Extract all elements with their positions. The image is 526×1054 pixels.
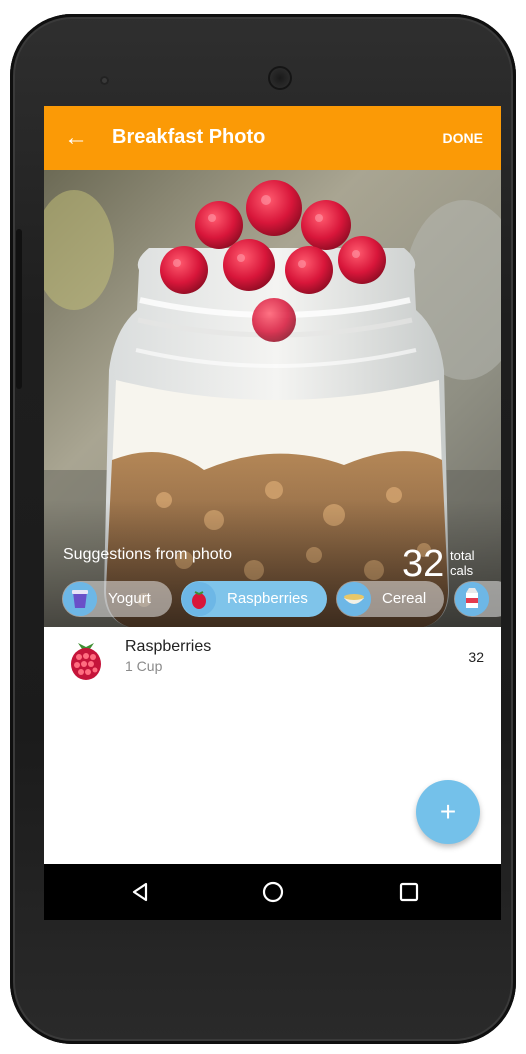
food-quantity: 1 Cup — [125, 658, 163, 674]
add-food-button[interactable]: + — [416, 780, 480, 844]
food-list-item[interactable]: Raspberries 1 Cup 32 — [44, 627, 501, 689]
total-calories-line1: total — [450, 548, 475, 563]
raspberry-icon — [68, 637, 104, 681]
arrow-left-icon[interactable]: ← — [64, 124, 88, 152]
chip-milk[interactable] — [454, 581, 501, 617]
done-button[interactable]: DONE — [443, 130, 483, 146]
triangle-back-icon[interactable] — [126, 878, 154, 906]
plus-icon: + — [439, 796, 457, 827]
system-nav-bar — [44, 864, 501, 920]
screen: ← Breakfast Photo DONE 32 total cals Sug… — [44, 106, 501, 920]
chip-label-raspberries: Raspberries — [227, 590, 308, 607]
square-recents-icon[interactable] — [395, 878, 423, 906]
chip-label-yogurt: Yogurt — [108, 590, 151, 607]
cereal-icon — [337, 582, 371, 616]
chip-raspberries[interactable]: Raspberries — [181, 581, 327, 617]
suggestions-label: Suggestions from photo — [63, 546, 232, 563]
raspberry-icon — [182, 582, 216, 616]
chip-yogurt[interactable]: Yogurt — [62, 581, 172, 617]
page-title: Breakfast Photo — [112, 126, 266, 148]
front-camera — [268, 66, 292, 90]
chip-cereal[interactable]: Cereal — [336, 581, 444, 617]
chip-label-cereal: Cereal — [382, 590, 427, 607]
total-calories-line2: cals — [450, 563, 474, 578]
total-calories-unit: total cals — [450, 548, 475, 578]
food-name: Raspberries — [125, 638, 212, 655]
yogurt-icon — [63, 582, 97, 616]
milk-carton-icon — [455, 582, 489, 616]
suggestion-chips: Yogurt Raspberries Cereal — [44, 579, 501, 619]
circle-home-icon[interactable] — [259, 878, 287, 906]
app-bar: ← Breakfast Photo DONE — [44, 106, 501, 170]
total-calories-value: 32 — [402, 543, 445, 585]
phone-side-button — [16, 229, 22, 389]
proximity-sensor — [100, 76, 109, 85]
food-calories: 32 — [468, 649, 484, 665]
